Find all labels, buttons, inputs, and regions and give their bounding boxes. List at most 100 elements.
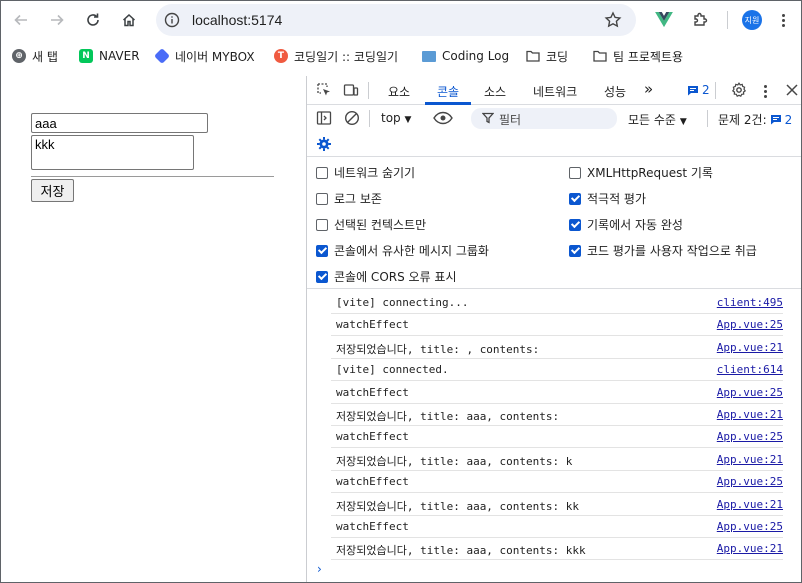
filter-input[interactable]: 필터 xyxy=(471,108,617,129)
bookmark-label: 새 탭 xyxy=(32,49,58,64)
setting-preserve-log[interactable]: 로그 보존 xyxy=(316,190,382,207)
checkbox-checked[interactable] xyxy=(569,192,581,205)
bookmark-label: 팀 프로젝트용 xyxy=(613,49,684,64)
contents-textarea[interactable]: kkk xyxy=(31,135,194,170)
back-button[interactable] xyxy=(9,8,33,32)
log-source-link[interactable]: App.vue:25 xyxy=(717,475,783,488)
bookmark-coding-log[interactable]: Coding Log xyxy=(422,47,509,65)
issues-counter[interactable]: 문제 2건: 2 xyxy=(718,111,792,128)
log-source-link[interactable]: App.vue:21 xyxy=(717,408,783,421)
tab-performance[interactable]: 성능 xyxy=(604,83,626,100)
log-text: watchEffect xyxy=(336,318,409,331)
checkbox[interactable] xyxy=(316,218,328,231)
console-message: watchEffect App.vue:25 xyxy=(331,471,783,493)
setting-autocomplete-history[interactable]: 기록에서 자동 완성 xyxy=(569,216,683,233)
bookmark-folder-team[interactable]: 팀 프로젝트용 xyxy=(593,47,683,65)
messages-badge[interactable]: 2 xyxy=(687,83,710,97)
checkbox-checked[interactable] xyxy=(316,244,328,257)
log-source-link[interactable]: App.vue:25 xyxy=(717,318,783,331)
log-source-link[interactable]: client:495 xyxy=(717,296,783,309)
context-selector[interactable]: top ▼ xyxy=(381,111,411,125)
checkbox-checked[interactable] xyxy=(569,218,581,231)
checkbox-checked[interactable] xyxy=(569,244,581,257)
star-icon[interactable] xyxy=(604,11,622,29)
setting-user-activation[interactable]: 코드 평가를 사용자 작업으로 취급 xyxy=(569,242,757,259)
setting-label: 네트워크 숨기기 xyxy=(334,166,416,180)
extensions-icon[interactable] xyxy=(690,10,710,30)
setting-cors-errors[interactable]: 콘솔에 CORS 오류 표시 xyxy=(316,268,457,285)
log-source-link[interactable]: App.vue:25 xyxy=(717,430,783,443)
arrow-right-icon xyxy=(51,14,64,26)
bookmark-label: 코딩일기 :: 코딩일기 xyxy=(294,49,399,64)
browser-menu-icon[interactable] xyxy=(777,10,789,30)
checkbox[interactable] xyxy=(569,166,581,179)
vue-devtools-icon[interactable] xyxy=(654,10,674,30)
bookmark-new-tab[interactable]: ⊕ 새 탭 xyxy=(12,47,58,65)
setting-hide-network[interactable]: 네트워크 숨기기 xyxy=(316,164,415,181)
dropdown-arrow-icon: ▼ xyxy=(404,115,412,125)
bookmark-label: NAVER xyxy=(99,49,140,63)
setting-group-similar[interactable]: 콘솔에서 유사한 메시지 그룹화 xyxy=(316,242,489,259)
home-button[interactable] xyxy=(117,8,141,32)
devtools-menu-icon[interactable] xyxy=(759,81,771,101)
reload-button[interactable] xyxy=(81,8,105,32)
console-message: 저장되었습니다, title: aaa, contents: k App.vue:… xyxy=(331,449,783,471)
tab-console[interactable]: 콘솔 xyxy=(437,83,459,100)
console-message: watchEffect App.vue:25 xyxy=(331,382,783,404)
log-source-link[interactable]: App.vue:21 xyxy=(717,498,783,511)
checkbox[interactable] xyxy=(316,166,328,179)
live-expression-eye-icon[interactable] xyxy=(433,110,453,126)
bookmark-label: 코딩 xyxy=(546,49,569,64)
tab-divider xyxy=(368,82,369,99)
setting-selected-context-only[interactable]: 선택된 컨텍스트만 xyxy=(316,216,426,233)
close-icon[interactable] xyxy=(785,83,799,97)
setting-log-xhr[interactable]: XMLHttpRequest 기록 xyxy=(569,164,713,181)
setting-label: 코드 평가를 사용자 작업으로 취급 xyxy=(587,244,757,258)
tab-elements[interactable]: 요소 xyxy=(388,83,410,100)
title-input[interactable] xyxy=(31,113,208,133)
log-source-link[interactable]: App.vue:21 xyxy=(717,453,783,466)
device-toolbar-icon[interactable] xyxy=(343,82,359,98)
console-message: watchEffect App.vue:25 xyxy=(331,314,783,336)
tab-sources[interactable]: 소스 xyxy=(484,83,506,100)
page-viewport: kkk 저장 xyxy=(1,76,305,582)
console-message: watchEffect App.vue:25 xyxy=(331,426,783,448)
console-settings-gear-icon[interactable] xyxy=(316,136,332,152)
tab-divider xyxy=(715,82,716,99)
forward-button[interactable] xyxy=(45,8,69,32)
bookmark-coding-diary[interactable]: T 코딩일기 :: 코딩일기 xyxy=(274,47,398,65)
console-prompt[interactable]: › xyxy=(317,562,322,576)
inspect-element-icon[interactable] xyxy=(316,82,332,98)
bookmark-naver[interactable]: N NAVER xyxy=(79,47,140,65)
setting-label: 기록에서 자동 완성 xyxy=(587,218,683,232)
levels-label: 모든 수준 xyxy=(628,113,676,127)
clear-console-icon[interactable] xyxy=(344,110,360,126)
save-button[interactable]: 저장 xyxy=(31,179,74,202)
settings-gear-icon[interactable] xyxy=(731,82,747,98)
checkbox-checked[interactable] xyxy=(316,270,328,283)
bookmark-mybox[interactable]: 네이버 MYBOX xyxy=(154,47,255,65)
log-levels-dropdown[interactable]: 모든 수준 ▼ xyxy=(628,111,687,128)
console-message: 저장되었습니다, title: aaa, contents: App.vue:21 xyxy=(331,404,783,426)
console-message: [vite] connected. client:614 xyxy=(331,359,783,381)
profile-avatar[interactable]: 지원 xyxy=(742,10,762,30)
bookmark-folder-coding[interactable]: 코딩 xyxy=(526,47,568,65)
address-bar[interactable]: localhost:5174 xyxy=(156,4,636,36)
console-toolbar: top ▼ 필터 모든 수준 ▼ 문제 2건: 2 xyxy=(307,105,801,132)
tab-network[interactable]: 네트워크 xyxy=(533,83,577,100)
sidebar-toggle-icon[interactable] xyxy=(316,110,332,126)
log-source-link[interactable]: App.vue:25 xyxy=(717,386,783,399)
log-source-link[interactable]: App.vue:25 xyxy=(717,520,783,533)
log-source-link[interactable]: App.vue:21 xyxy=(717,341,783,354)
checkbox[interactable] xyxy=(316,192,328,205)
browser-toolbar: localhost:5174 지원 xyxy=(1,1,801,39)
setting-label: 선택된 컨텍스트만 xyxy=(334,218,427,232)
setting-eager-evaluation[interactable]: 적극적 평가 xyxy=(569,190,646,207)
console-message: watchEffect App.vue:25 xyxy=(331,516,783,538)
site-info-icon[interactable] xyxy=(164,12,180,28)
home-icon xyxy=(122,13,136,27)
log-source-link[interactable]: client:614 xyxy=(717,363,783,376)
log-source-link[interactable]: App.vue:21 xyxy=(717,542,783,555)
more-tabs-button[interactable]: » xyxy=(644,80,653,98)
console-message: 저장되었습니다, title: , contents: App.vue:21 xyxy=(331,337,783,359)
